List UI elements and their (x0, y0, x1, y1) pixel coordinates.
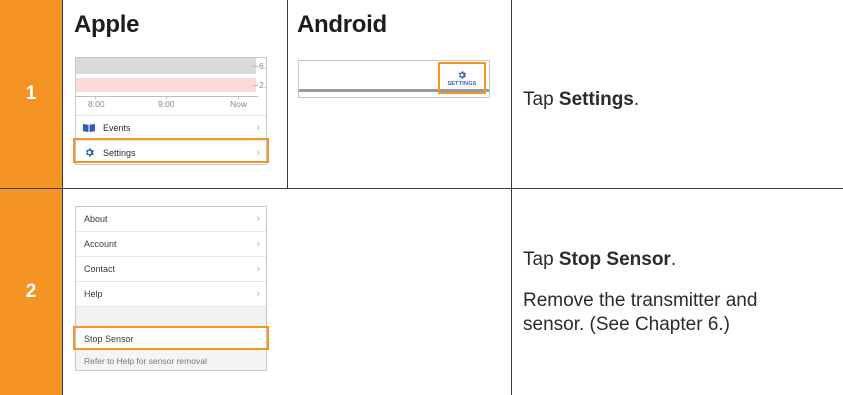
x-tick-label: 8:00 (88, 99, 105, 109)
menu-item-contact-label: Contact (84, 264, 116, 274)
step1-instruction-suffix: . (633, 89, 640, 110)
sensor-removal-note-text: Refer to Help for sensor removal (84, 356, 207, 366)
chevron-right-icon: › (256, 121, 260, 134)
glucose-low-band (76, 78, 256, 92)
chevron-right-icon: › (256, 263, 260, 275)
divider (287, 0, 288, 188)
step2-instruction-removal: Remove the transmitter and sensor. (See … (523, 290, 758, 335)
divider (62, 0, 63, 395)
step1-instruction-bold: Settings (558, 89, 634, 110)
gear-icon (458, 70, 467, 79)
glucose-high-band (76, 58, 256, 74)
section-gap (76, 307, 266, 327)
step2-instruction-bold: Stop Sensor (558, 249, 671, 270)
x-axis (76, 96, 258, 97)
android-settings-button[interactable]: SETTINGS (438, 62, 486, 94)
menu-item-about[interactable]: About › (76, 207, 266, 232)
book-icon (83, 123, 95, 133)
menu-item-account[interactable]: Account › (76, 232, 266, 257)
chevron-right-icon: › (256, 238, 260, 250)
x-tick-label: Now (230, 99, 248, 109)
stop-sensor-highlight (73, 326, 269, 350)
divider (0, 188, 843, 189)
step2-instruction-prefix: Tap (523, 249, 559, 270)
chevron-right-icon: › (256, 213, 260, 225)
menu-item-contact[interactable]: Contact › (76, 257, 266, 282)
menu-item-account-label: Account (84, 239, 117, 249)
x-tick-label: 9:00 (158, 99, 175, 109)
y-tick-mark (253, 85, 258, 86)
step1-instruction: Tap Settings. (523, 88, 639, 112)
android-header: Android (297, 11, 387, 38)
step-number-1-label: 1 (25, 83, 37, 104)
step2-instruction: Tap Stop Sensor. (523, 248, 676, 272)
step-number-2-label: 2 (25, 281, 37, 302)
android-settings-label: SETTINGS (447, 80, 477, 87)
chevron-right-icon: › (256, 288, 260, 300)
instruction-table: 1 2 Apple Android 6.0 2.0 8:00 9:00 Now … (0, 0, 843, 395)
settings-highlight (73, 138, 269, 163)
step2-instruction-suffix: . (670, 249, 677, 270)
y-tick-label: 2.0 (259, 80, 267, 90)
step1-instruction-prefix: Tap (523, 89, 559, 110)
menu-item-help-label: Help (84, 289, 103, 299)
apple-header: Apple (74, 11, 140, 38)
menu-item-events-label: Events (103, 122, 131, 133)
menu-item-help[interactable]: Help › (76, 282, 266, 307)
menu-item-about-label: About (84, 214, 108, 224)
step-number-2: 2 (0, 189, 62, 395)
y-tick-label: 6.0 (259, 61, 267, 71)
sensor-removal-note: Refer to Help for sensor removal (76, 350, 266, 370)
step-number-1: 1 (0, 0, 62, 188)
divider (511, 0, 512, 395)
y-tick-mark (253, 66, 258, 67)
menu-item-events[interactable]: Events › (76, 115, 266, 139)
